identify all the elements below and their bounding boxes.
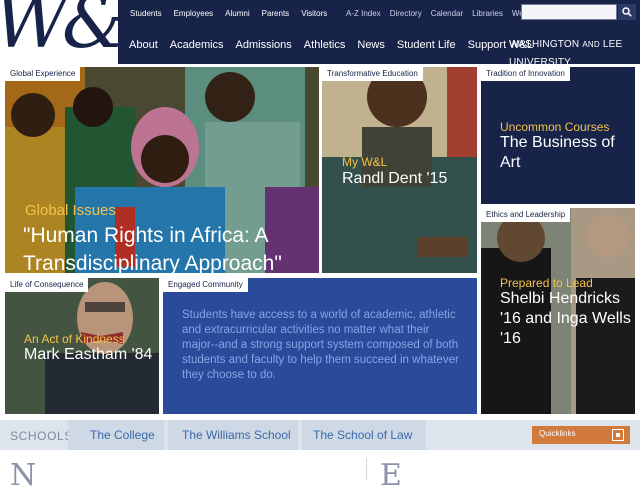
school-tab-college-label: The College — [90, 428, 155, 442]
tile-label-community: Engaged Community — [163, 278, 248, 292]
util-link-directory[interactable]: Directory — [390, 8, 422, 20]
tile-kicker-global: Global Issues — [25, 202, 116, 219]
tile-label-transformative: Transformative Education — [322, 67, 423, 81]
tile-ethics-and-leadership[interactable]: Ethics and Leadership Prepared to Lead S… — [481, 208, 635, 414]
tile-label-tradition: Tradition of Innovation — [481, 67, 570, 81]
tile-engaged-community[interactable]: Engaged Community Students have access t… — [163, 278, 477, 414]
tile-headline-tradition: The Business of Art — [500, 134, 615, 171]
schools-label: SCHOOLS — [10, 429, 73, 443]
school-tab-law-label: The School of Law — [313, 428, 413, 442]
quicklinks-button[interactable]: Quicklinks — [532, 426, 630, 444]
tile-headline-consequence: Mark Eastham '84 — [24, 346, 153, 363]
util-link-calendar[interactable]: Calendar — [431, 8, 463, 20]
nav-academics[interactable]: Academics — [170, 36, 224, 54]
logo-text: W& — [0, 0, 118, 64]
tile-label-ethics: Ethics and Leadership — [481, 208, 571, 222]
expand-icon — [612, 429, 624, 441]
util-link-libraries[interactable]: Libraries — [472, 8, 503, 20]
audience-nav: Students Employees Alumni Parents Visito… — [130, 8, 327, 20]
util-link-alumni[interactable]: Alumni — [225, 8, 249, 20]
search-button[interactable] — [618, 4, 636, 20]
tile-headline-global: "Human Rights in Africa: A Transdiscipli… — [23, 224, 282, 273]
tile-headline-transformative: Randl Dent '15 — [342, 170, 448, 187]
wl-logo[interactable]: W& — [0, 0, 118, 64]
tile-global-experience[interactable]: Global Experience Global Issues "Human R… — [5, 67, 319, 273]
search-input[interactable] — [521, 4, 617, 20]
util-link-parents[interactable]: Parents — [262, 8, 290, 20]
util-link-visitors[interactable]: Visitors — [301, 8, 327, 20]
nav-about[interactable]: About — [129, 36, 158, 54]
news-heading-partial: N — [10, 458, 37, 493]
resource-nav: A-Z Index Directory Calendar Libraries W… — [346, 8, 543, 20]
nav-admissions[interactable]: Admissions — [236, 36, 292, 54]
search-icon — [622, 7, 632, 17]
wordmark-and: AND — [582, 40, 600, 49]
tile-label-global: Global Experience — [5, 67, 81, 81]
school-tab-williams-label: The Williams School — [182, 428, 291, 442]
nav-student-life[interactable]: Student Life — [397, 36, 456, 54]
wordmark-washington: WASHINGTON — [509, 39, 580, 50]
school-tab-williams[interactable]: The Williams School — [168, 420, 298, 450]
nav-athletics[interactable]: Athletics — [304, 36, 346, 54]
tile-headline-ethics: Shelbi Hendricks '16 and Inga Wells '16 — [500, 290, 631, 347]
main-nav: About Academics Admissions Athletics New… — [129, 36, 533, 54]
tile-tradition-of-innovation[interactable]: Tradition of Innovation Uncommon Courses… — [481, 67, 635, 204]
school-tab-college[interactable]: The College — [68, 420, 164, 450]
util-link-employees[interactable]: Employees — [174, 8, 214, 20]
quicklinks-label: Quicklinks — [539, 429, 576, 438]
util-link-az-index[interactable]: A-Z Index — [346, 8, 381, 20]
tile-transformative-education[interactable]: Transformative Education My W&L Randl De… — [322, 67, 477, 273]
tile-life-of-consequence[interactable]: Life of Consequence An Act of Kindness M… — [5, 278, 159, 414]
util-link-students[interactable]: Students — [130, 8, 162, 20]
tile-body-community: Students have access to a world of acade… — [182, 309, 459, 381]
events-heading-partial: E — [380, 458, 402, 493]
nav-news[interactable]: News — [357, 36, 385, 54]
site-header: W& Students Employees Alumni Parents Vis… — [0, 0, 640, 68]
section-divider — [366, 458, 367, 480]
school-tab-law[interactable]: The School of Law — [302, 420, 426, 450]
tile-label-consequence: Life of Consequence — [5, 278, 89, 292]
